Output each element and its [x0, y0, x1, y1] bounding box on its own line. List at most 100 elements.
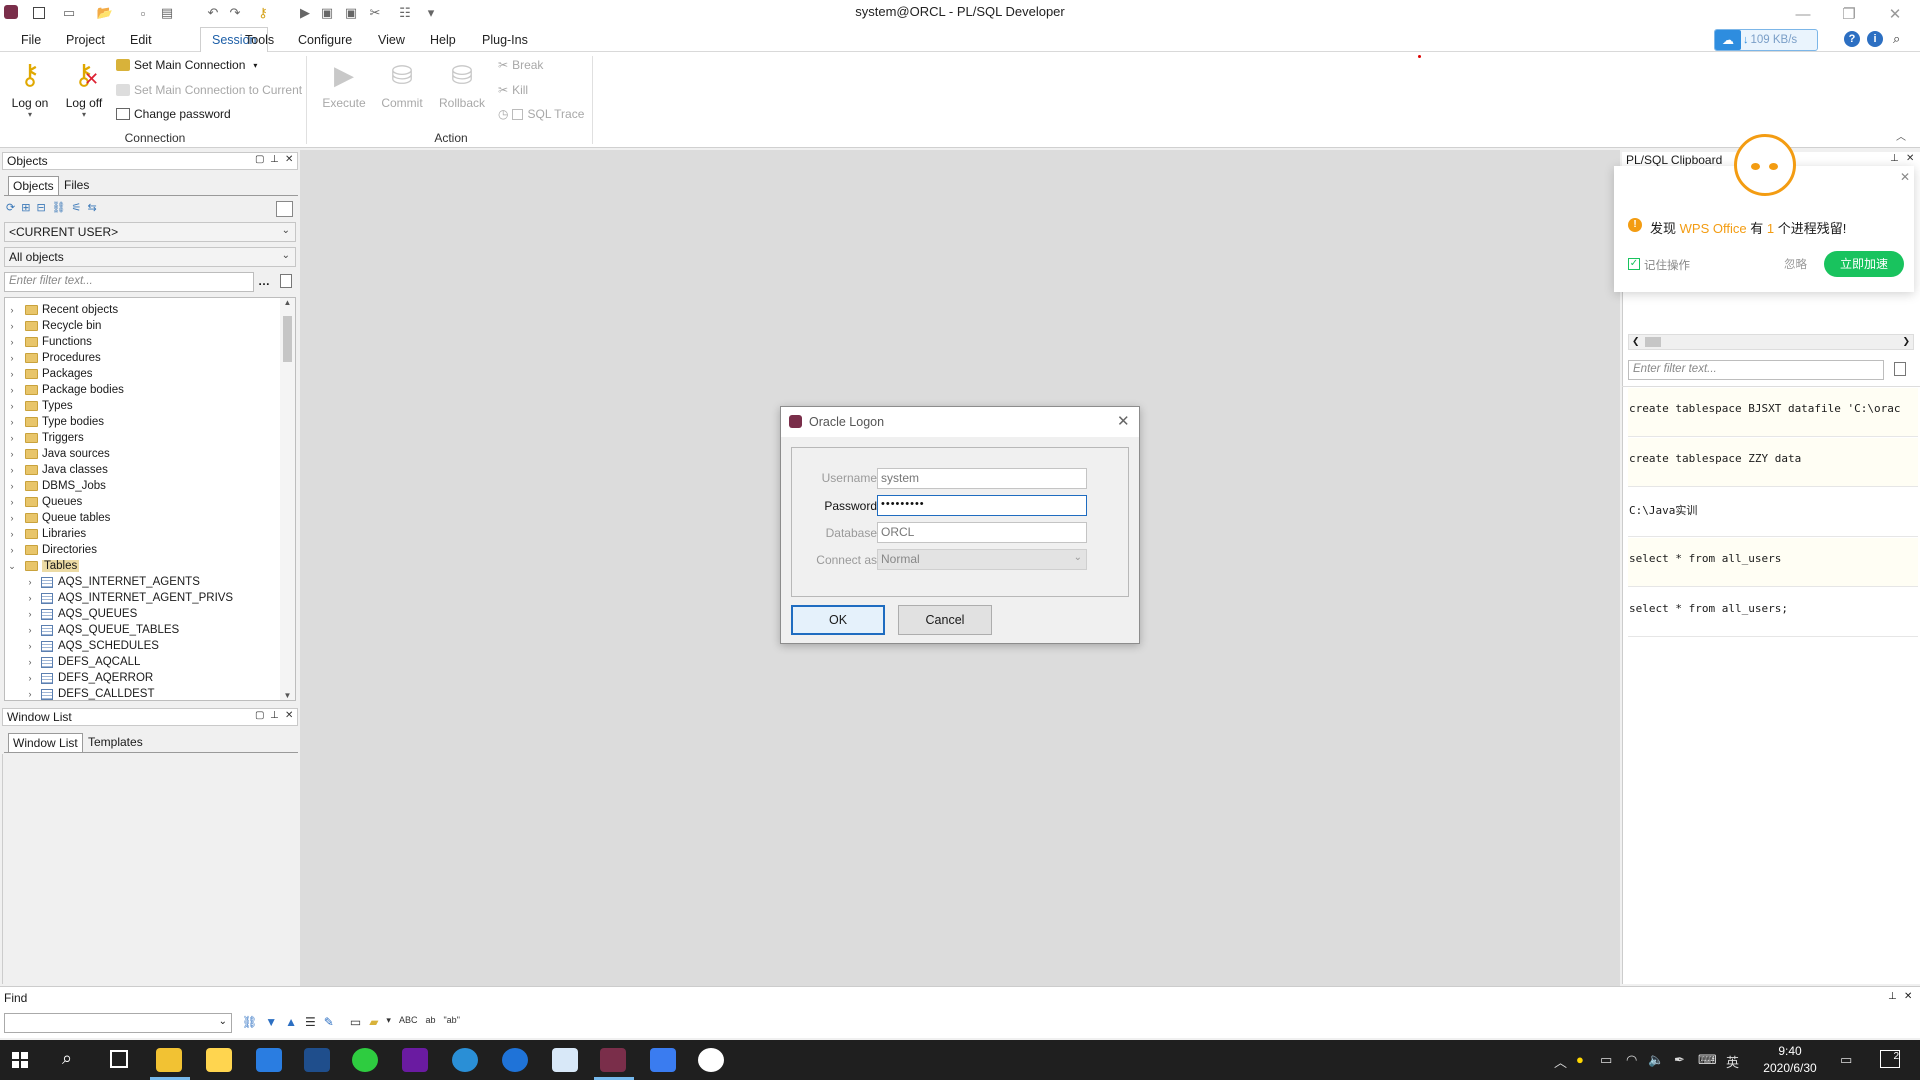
- tree-folder[interactable]: › Procedures: [7, 350, 101, 366]
- tray-overflow-icon[interactable]: ︿: [1554, 1052, 1567, 1071]
- restore-button[interactable]: ❐: [1826, 0, 1872, 28]
- file-explorer-icon[interactable]: [156, 1048, 182, 1072]
- cancel-button[interactable]: Cancel: [898, 605, 992, 635]
- chevron-right-icon[interactable]: ›: [7, 353, 17, 363]
- collapse-all-icon[interactable]: ⊟: [36, 201, 45, 219]
- tree-folder[interactable]: › Libraries: [7, 526, 87, 542]
- float-icon[interactable]: ▢: [255, 154, 264, 165]
- tab-templates[interactable]: Templates: [84, 733, 147, 751]
- close-button[interactable]: ✕: [1872, 0, 1918, 28]
- network-speed-widget[interactable]: ☁ ↓ 109 KB/s: [1714, 29, 1818, 51]
- user-select[interactable]: <CURRENT USER> ⌄: [4, 222, 296, 242]
- info-icon[interactable]: i: [1867, 31, 1883, 47]
- pin-icon[interactable]: ⊥: [270, 154, 279, 165]
- tree-scrollbar[interactable]: ▲ ▼: [280, 298, 295, 700]
- clipboard-item[interactable]: create tablespace BJSXT datafile 'C:\ora…: [1628, 388, 1918, 437]
- tree-table[interactable]: › DEFS_AQERROR: [25, 670, 154, 686]
- object-type-select[interactable]: All objects ⌄: [4, 247, 296, 267]
- close-icon[interactable]: ✕: [285, 154, 293, 165]
- password-field[interactable]: •••••••••: [877, 495, 1087, 516]
- find-icon[interactable]: ⛓: [52, 201, 66, 219]
- tab-window-list[interactable]: Window List: [8, 733, 83, 752]
- connect-as-select[interactable]: Normal ⌄: [877, 549, 1087, 570]
- chevron-right-icon[interactable]: ›: [7, 385, 17, 395]
- remember-checkbox[interactable]: ✓: [1628, 258, 1640, 270]
- close-icon[interactable]: ✕: [1906, 153, 1914, 164]
- clipboard-item[interactable]: select * from all_users: [1628, 538, 1918, 587]
- commit-button[interactable]: ⛁ Commit: [378, 58, 426, 110]
- chevron-right-icon[interactable]: ›: [7, 481, 17, 491]
- menu-file[interactable]: File: [21, 33, 41, 47]
- pin-icon[interactable]: ⊥: [270, 710, 279, 721]
- tree-folder[interactable]: › Types: [7, 398, 73, 414]
- edge-icon[interactable]: [502, 1048, 528, 1072]
- dialog-close-icon[interactable]: ✕: [1117, 412, 1130, 430]
- chevron-right-icon[interactable]: ›: [7, 369, 17, 379]
- more-options-icon[interactable]: …: [258, 274, 270, 288]
- kill-button[interactable]: ✂ Kill: [498, 83, 528, 97]
- chevron-right-icon[interactable]: ›: [7, 305, 17, 315]
- app-bird-icon[interactable]: [304, 1048, 330, 1072]
- tab-objects[interactable]: Objects: [8, 176, 59, 195]
- float-icon[interactable]: ▢: [255, 710, 264, 721]
- menu-project[interactable]: Project: [66, 33, 105, 47]
- chevron-right-icon[interactable]: ›: [7, 529, 17, 539]
- tree-folder[interactable]: › Type bodies: [7, 414, 105, 430]
- search-doc-icon[interactable]: ⌕: [1893, 31, 1909, 47]
- chevron-right-icon[interactable]: ›: [7, 417, 17, 427]
- tree-folder[interactable]: › Package bodies: [7, 382, 124, 398]
- menu-view[interactable]: View: [378, 33, 405, 47]
- clock[interactable]: 9:40 2020/6/30: [1750, 1043, 1830, 1077]
- accelerate-button[interactable]: 立即加速: [1824, 251, 1904, 277]
- tree-table[interactable]: › AQS_QUEUE_TABLES: [25, 622, 180, 638]
- menu-configure[interactable]: Configure: [298, 33, 352, 47]
- link-icon[interactable]: ⇆: [88, 201, 97, 219]
- sql-trace-toggle[interactable]: ◷ SQL Trace: [498, 107, 584, 121]
- menu-plugins[interactable]: Plug-Ins: [482, 33, 528, 47]
- store-icon[interactable]: [206, 1048, 232, 1072]
- objects-filter-input[interactable]: Enter filter text...: [4, 272, 254, 292]
- chevron-right-icon[interactable]: ›: [7, 497, 17, 507]
- chevron-right-icon[interactable]: ›: [7, 545, 17, 555]
- chevron-right-icon[interactable]: ›: [25, 609, 35, 619]
- tab-files[interactable]: Files: [60, 176, 93, 194]
- log-on-button[interactable]: ⚷ Log on ▾: [8, 58, 52, 119]
- feishu-icon[interactable]: [650, 1048, 676, 1072]
- mail-icon[interactable]: [256, 1048, 282, 1072]
- find-next-icon[interactable]: ▼: [265, 1015, 277, 1029]
- clipboard-hscroll[interactable]: ❮ ❯: [1628, 334, 1914, 350]
- cloud-app-icon[interactable]: [552, 1048, 578, 1072]
- popup-close-icon[interactable]: ✕: [1900, 170, 1910, 184]
- tray-app-icon[interactable]: ●: [1576, 1052, 1584, 1067]
- database-field[interactable]: ORCL: [877, 522, 1087, 543]
- highlight-icon[interactable]: ✎: [324, 1015, 334, 1029]
- wps-mascot-icon[interactable]: [1734, 134, 1796, 196]
- clipboard-filter-input[interactable]: Enter filter text...: [1628, 360, 1884, 380]
- chevron-right-icon[interactable]: ›: [25, 657, 35, 667]
- tree-table[interactable]: › DEFS_AQCALL: [25, 654, 141, 670]
- pin-icon[interactable]: ⊥: [1890, 153, 1899, 164]
- log-off-button[interactable]: ⚷ ✕ Log off ▾: [62, 58, 106, 119]
- volume-icon[interactable]: 🔈: [1648, 1052, 1664, 1068]
- clipboard-item[interactable]: select * from all_users;: [1628, 588, 1918, 637]
- battery-icon[interactable]: ▭: [1600, 1052, 1612, 1068]
- start-button[interactable]: [12, 1052, 28, 1068]
- tree-folder[interactable]: › Recycle bin: [7, 318, 102, 334]
- match-case-icon[interactable]: ABC: [399, 1015, 418, 1029]
- chevron-right-icon[interactable]: ›: [7, 321, 17, 331]
- sql-trace-checkbox[interactable]: [512, 108, 524, 120]
- close-icon[interactable]: ✕: [1904, 991, 1912, 1002]
- whole-word-icon[interactable]: ab: [425, 1015, 435, 1029]
- tree-folder[interactable]: › Recent objects: [7, 302, 119, 318]
- tree-table[interactable]: › DEFS_CALLDEST: [25, 686, 155, 700]
- ime-indicator[interactable]: 英: [1726, 1052, 1739, 1071]
- intellij-icon[interactable]: [402, 1048, 428, 1072]
- regex-icon[interactable]: "ab": [443, 1015, 459, 1029]
- chevron-right-icon[interactable]: ›: [7, 465, 17, 475]
- objects-checkbox[interactable]: [276, 201, 293, 217]
- chevron-down-icon[interactable]: ⌄: [7, 561, 17, 572]
- rollback-button[interactable]: ⛁ Rollback: [438, 58, 486, 110]
- tree-folder[interactable]: › Java classes: [7, 462, 108, 478]
- tree-folder[interactable]: › DBMS_Jobs: [7, 478, 106, 494]
- close-icon[interactable]: ✕: [285, 710, 293, 721]
